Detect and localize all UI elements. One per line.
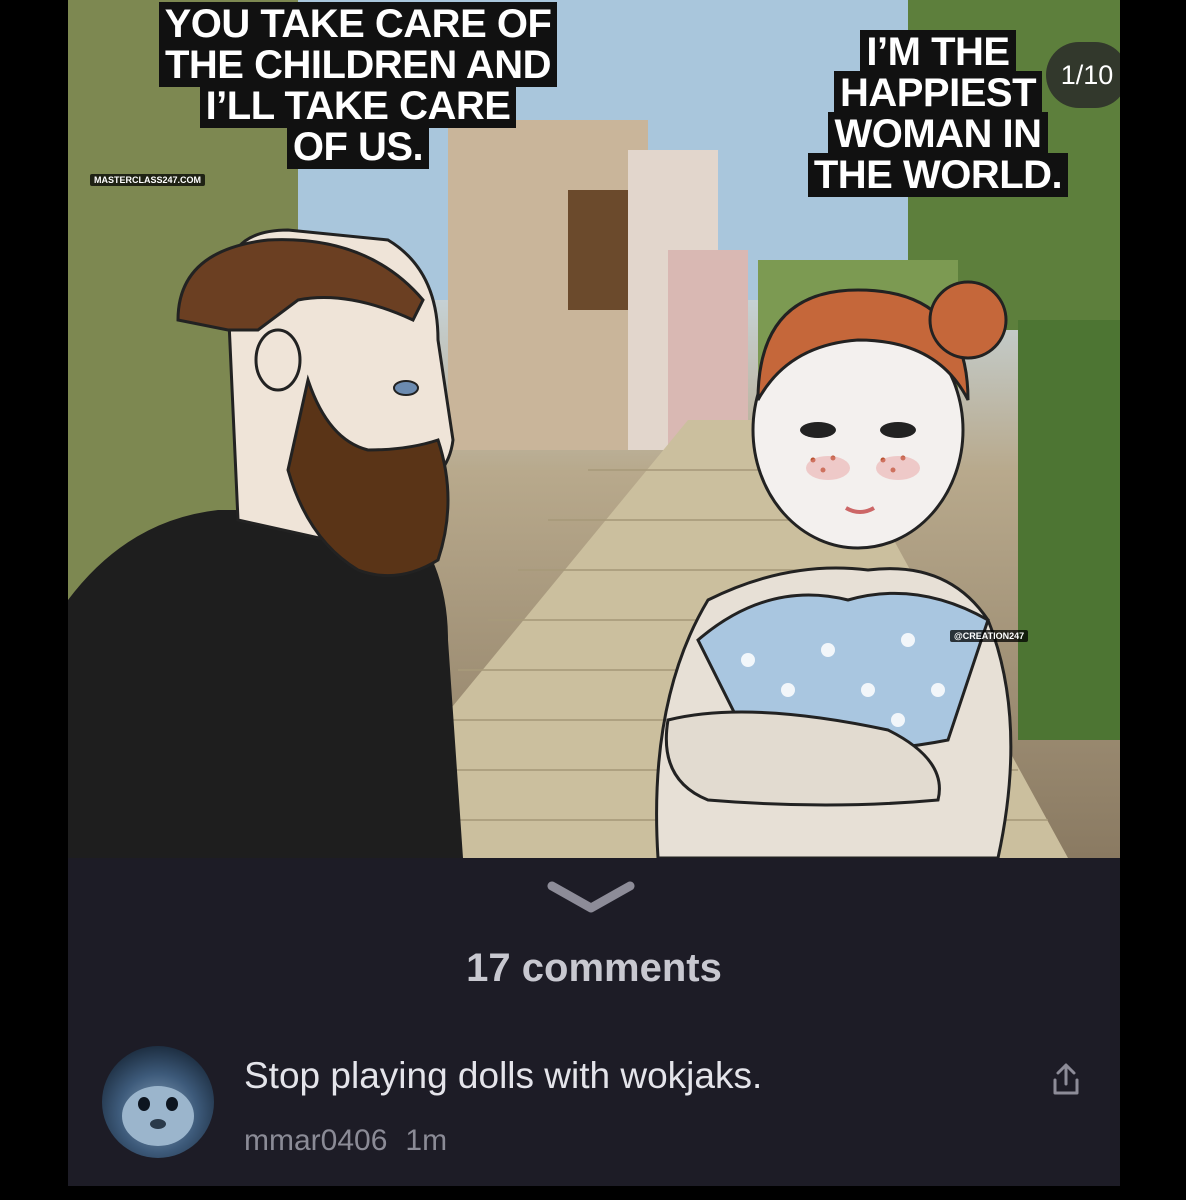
comment-username[interactable]: mmar0406	[244, 1124, 387, 1157]
meme-caption-left: YOU TAKE CARE OF THE CHILDREN AND I’LL T…	[98, 2, 618, 169]
post-frame: YOU TAKE CARE OF THE CHILDREN AND I’LL T…	[68, 0, 1120, 1186]
comment-meta: mmar0406 1m	[244, 1124, 447, 1158]
comment-text: Stop playing dolls with wokjaks.	[244, 1055, 763, 1096]
chevron-down-icon[interactable]	[546, 878, 636, 918]
avatar-image	[122, 1086, 194, 1146]
meme-caption-left-text: YOU TAKE CARE OF THE CHILDREN AND I’LL T…	[158, 2, 558, 169]
meme-caption-right-text: I’M THE HAPPIEST WOMAN IN THE WORLD.	[807, 30, 1069, 197]
meme-image[interactable]: YOU TAKE CARE OF THE CHILDREN AND I’LL T…	[68, 0, 1120, 858]
carousel-counter: 1/10	[1046, 42, 1120, 108]
comment-time: 1m	[405, 1124, 448, 1157]
watermark-left: MASTERCLASS247.COM	[90, 174, 206, 186]
watermark-right: @CREATION247	[950, 630, 1029, 642]
comments-count[interactable]: 17 comments	[68, 946, 1120, 991]
share-icon[interactable]	[1046, 1060, 1086, 1100]
avatar[interactable]	[102, 1046, 214, 1158]
